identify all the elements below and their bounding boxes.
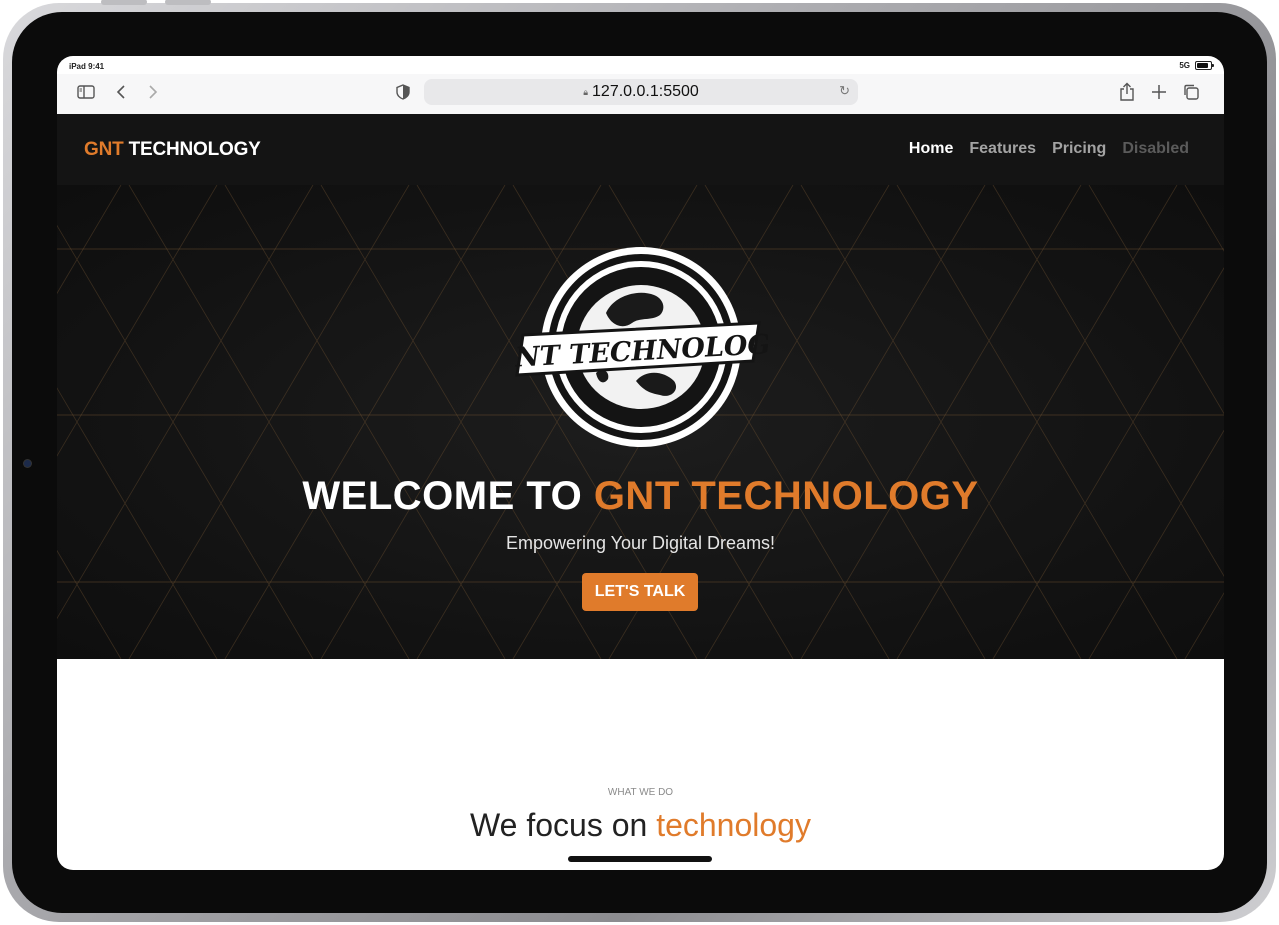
hero-subtitle: Empowering Your Digital Dreams! xyxy=(505,533,776,553)
privacy-shield-icon[interactable] xyxy=(394,80,412,104)
nav-link-home[interactable]: Home xyxy=(909,140,953,158)
address-bar[interactable]: 🔒︎ 127.0.0.1:5500 ↻ xyxy=(424,79,858,105)
section-title-accent: technology xyxy=(656,807,811,843)
screen: iPad 9:41 5G 🔒︎ 127.0.0.1:5500 ↻ GNT TEC… xyxy=(57,56,1224,870)
forward-icon[interactable] xyxy=(145,80,161,104)
status-time: iPad 9:41 xyxy=(69,62,105,71)
network-label: 5G xyxy=(1179,61,1190,70)
section-title-prefix: We focus on xyxy=(470,807,657,843)
brand-part-technology: TECHNOLOGY xyxy=(123,139,261,160)
hero-title: WELCOME TO GNT TECHNOLOGY xyxy=(57,474,1224,519)
nav-link-features[interactable]: Features xyxy=(969,140,1036,158)
nav-links: Home Features Pricing Disabled xyxy=(909,140,1189,158)
battery-icon xyxy=(1195,61,1214,70)
lets-talk-button[interactable]: LET'S TALK xyxy=(582,573,698,611)
tabs-overview-icon[interactable] xyxy=(1181,80,1201,104)
section-title: We focus on technology xyxy=(57,807,1224,844)
lock-icon: 🔒︎ xyxy=(583,86,589,97)
camera-icon xyxy=(24,460,31,467)
hero-title-accent: GNT TECHNOLOGY xyxy=(593,474,979,518)
new-tab-icon[interactable] xyxy=(1149,80,1169,104)
site-brand[interactable]: GNT TECHNOLOGY xyxy=(84,139,261,161)
share-icon[interactable] xyxy=(1117,80,1137,104)
url-text: 127.0.0.1:5500 xyxy=(592,83,699,100)
reload-icon[interactable]: ↻ xyxy=(839,83,850,99)
home-indicator xyxy=(568,856,712,862)
browser-toolbar: 🔒︎ 127.0.0.1:5500 ↻ xyxy=(57,74,1224,114)
section-kicker: WHAT WE DO xyxy=(607,787,674,798)
power-button xyxy=(165,0,211,5)
sidebar-icon[interactable] xyxy=(75,80,97,104)
brand-part-gnt: GNT xyxy=(84,139,124,160)
gnt-logo: GNT TECHNOLOGY xyxy=(491,243,793,451)
nav-link-disabled: Disabled xyxy=(1122,140,1189,157)
nav-link-pricing[interactable]: Pricing xyxy=(1052,140,1106,158)
hero-title-prefix: WELCOME TO xyxy=(302,474,594,518)
back-icon[interactable] xyxy=(113,80,129,104)
site-navbar: GNT TECHNOLOGY Home Features Pricing Dis… xyxy=(57,114,1224,185)
status-indicators: 5G xyxy=(1179,61,1214,70)
hero-section: GNT TECHNOLOGY WELCOME TO GNT TECHNOLOGY… xyxy=(57,185,1224,659)
volume-button xyxy=(101,0,147,5)
